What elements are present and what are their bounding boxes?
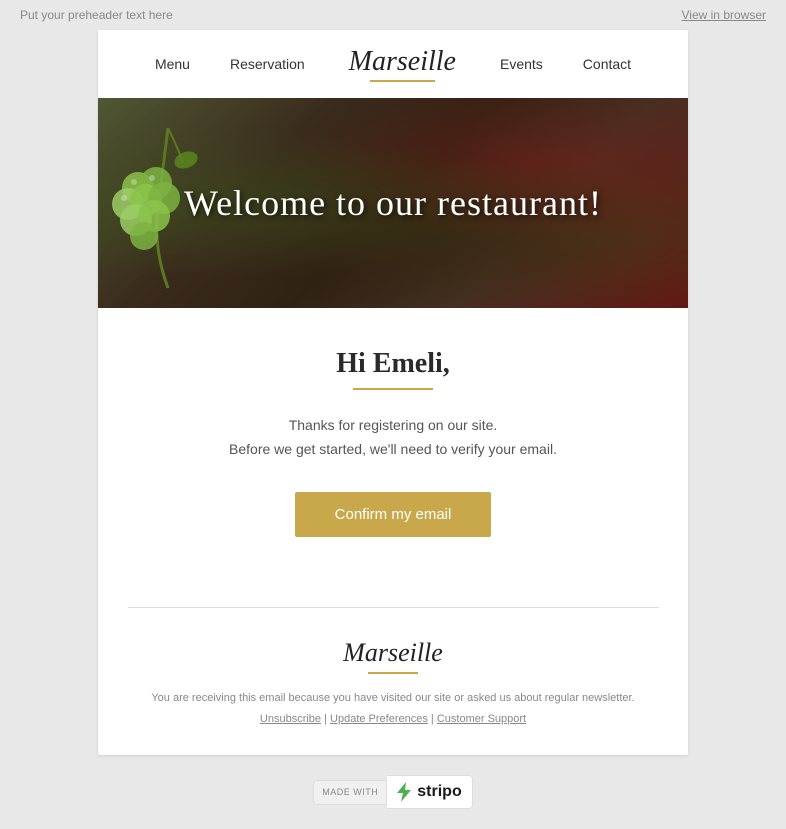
footer-links: Unsubscribe | Update Preferences | Custo… — [138, 713, 648, 725]
nav-bar: Menu Reservation Marseille Events Contac… — [98, 30, 688, 98]
main-content: Hi Emeli, Thanks for registering on our … — [98, 308, 688, 577]
preheader-text: Put your preheader text here — [20, 8, 173, 22]
view-in-browser-link[interactable]: View in browser — [682, 8, 766, 22]
nav-logo: Marseille — [325, 46, 480, 82]
stripo-made-with-text: MADE WITH — [322, 787, 378, 797]
stripo-logo: stripo — [387, 775, 472, 809]
confirm-email-button[interactable]: Confirm my email — [295, 492, 492, 537]
stripo-icon — [397, 782, 413, 802]
stripo-badge: MADE WITH stripo — [313, 775, 472, 809]
greeting-underline — [353, 388, 433, 390]
nav-events[interactable]: Events — [480, 56, 563, 72]
top-bar: Put your preheader text here View in bro… — [0, 0, 786, 30]
greeting-text: Hi Emeli, — [158, 348, 628, 380]
update-preferences-link[interactable]: Update Preferences — [330, 713, 428, 725]
email-container: Menu Reservation Marseille Events Contac… — [98, 30, 688, 755]
footer-notice: You are receiving this email because you… — [138, 690, 648, 708]
nav-contact[interactable]: Contact — [563, 56, 651, 72]
footer-section: Marseille You are receiving this email b… — [98, 608, 688, 756]
stripo-brand-text: stripo — [417, 783, 461, 801]
nav-reservation[interactable]: Reservation — [210, 56, 325, 72]
hero-headline: Welcome to our restaurant! — [184, 182, 602, 224]
footer-logo: Marseille — [138, 638, 648, 674]
nav-menu[interactable]: Menu — [135, 56, 210, 72]
body-text: Thanks for registering on our site. Befo… — [158, 414, 628, 462]
stripo-made-with-label: MADE WITH — [313, 780, 387, 805]
customer-support-link[interactable]: Customer Support — [437, 713, 526, 725]
hero-section: Welcome to our restaurant! — [98, 98, 688, 308]
body-line-2: Before we get started, we'll need to ver… — [229, 441, 557, 457]
email-wrapper: Put your preheader text here View in bro… — [0, 0, 786, 829]
body-line-1: Thanks for registering on our site. — [289, 417, 498, 433]
unsubscribe-link[interactable]: Unsubscribe — [260, 713, 321, 725]
